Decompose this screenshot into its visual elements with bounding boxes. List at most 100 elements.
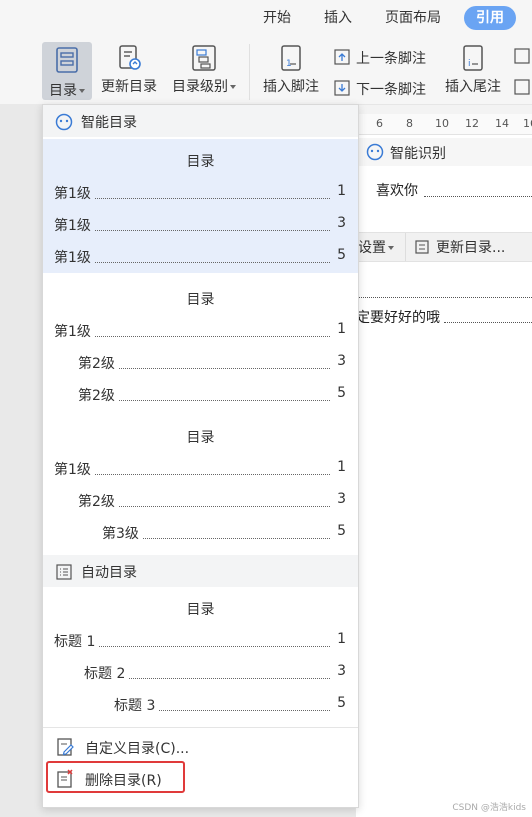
smart-identify-label: 智能识别 xyxy=(390,146,446,162)
toc-entry-page: 5 xyxy=(337,523,346,539)
watermark: CSDN @浩浩kids xyxy=(452,803,526,813)
prev-footnote-label: 上一条脚注 xyxy=(356,51,426,67)
tab-insert[interactable]: 插入 xyxy=(324,6,352,30)
toc-entry-label: 标题 2 xyxy=(84,666,126,682)
dot-leader xyxy=(119,368,330,369)
toc-level-label: 目录级别 xyxy=(172,79,228,95)
toc-preset-3[interactable]: 目录 第1级 1 第2级 3 第3级 5 xyxy=(43,415,358,549)
prev-footnote-button[interactable]: 上一条脚注 xyxy=(330,46,434,70)
toc-entry-label: 第1级 xyxy=(54,324,91,340)
update-toc-icon xyxy=(415,240,429,254)
doc-text-line-1: 喜欢你 xyxy=(376,183,418,199)
ruler-tick-label: 6 xyxy=(376,117,383,130)
next-footnote-button[interactable]: 下一条脚注 xyxy=(330,77,434,101)
dot-leader xyxy=(95,474,330,475)
toc-preset-2[interactable]: 目录 第1级 1 第2级 3 第2级 5 xyxy=(43,277,358,411)
toc-entry-page: 5 xyxy=(337,247,346,263)
dot-leader xyxy=(119,400,330,401)
chevron-down-icon xyxy=(79,89,85,93)
tab-home[interactable]: 开始 xyxy=(263,6,291,30)
smart-toc-icon xyxy=(55,113,73,131)
toc-entry-page: 1 xyxy=(337,321,346,337)
chevron-down-icon xyxy=(388,246,394,250)
footnote-arrow-icon xyxy=(514,48,530,64)
more-footnote-button-top[interactable] xyxy=(512,46,532,70)
toc-button-label: 目录 xyxy=(49,83,77,99)
custom-toc-label: 自定义目录(C)... xyxy=(85,741,190,757)
toc-preset-1[interactable]: 目录 第1级 1 第1级 3 第1级 5 xyxy=(43,139,358,273)
toc-entry-page: 3 xyxy=(337,353,346,369)
custom-toc-menu-item[interactable]: 自定义目录(C)... xyxy=(43,731,358,763)
svg-text:i: i xyxy=(468,59,471,69)
preset-title: 目录 xyxy=(186,154,215,170)
highlight-red-box xyxy=(46,761,185,793)
toc-dropdown-menu: 智能目录 目录 第1级 1 第1级 3 第1级 5 目录 第1级 1 第2级 3… xyxy=(42,104,359,808)
dot-leader xyxy=(119,506,330,507)
ruler-tick-label: 8 xyxy=(406,117,413,130)
mini-toolbar-separator xyxy=(405,233,406,261)
menu-divider xyxy=(43,727,358,728)
preset-title: 目录 xyxy=(186,602,215,618)
insert-footnote-label: 插入脚注 xyxy=(263,79,319,95)
mini-update-toc-label: 更新目录... xyxy=(436,240,506,256)
toc-entry-label: 第2级 xyxy=(78,494,115,510)
smart-toc-label: 智能目录 xyxy=(81,115,137,131)
smart-identify-icon xyxy=(366,143,384,161)
smart-toc-header: 智能目录 xyxy=(43,105,358,137)
toc-entry-label: 第1级 xyxy=(54,250,91,266)
ruler-tick-label: 10 xyxy=(435,117,449,130)
toc-entry-page: 5 xyxy=(337,695,346,711)
doc-dot-leader xyxy=(356,297,532,298)
preset-title: 目录 xyxy=(186,292,215,308)
dot-leader xyxy=(95,262,330,263)
ribbon-tab-strip: 开始 插入 页面布局 引用 xyxy=(0,0,532,36)
footnote-arrow-icon xyxy=(514,79,530,95)
toc-entry-label: 第2级 xyxy=(78,356,115,372)
dot-leader xyxy=(95,336,330,337)
next-footnote-icon xyxy=(334,80,350,96)
toc-entry-label: 标题 3 xyxy=(114,698,156,714)
insert-footnote-button[interactable]: 1 插入脚注 xyxy=(259,44,323,100)
auto-toc-label: 自动目录 xyxy=(81,565,137,581)
numbered-list-icon xyxy=(192,45,216,71)
dot-leader xyxy=(129,678,330,679)
chevron-down-icon xyxy=(230,85,236,89)
edit-document-icon xyxy=(57,738,74,756)
dot-leader xyxy=(99,646,330,647)
tab-references[interactable]: 引用 xyxy=(464,6,516,30)
doc-text-line-2: 定要好好的哦 xyxy=(356,310,440,326)
toc-entry-label: 第1级 xyxy=(54,186,91,202)
tab-page-layout[interactable]: 页面布局 xyxy=(385,6,441,30)
dot-leader xyxy=(159,710,330,711)
toc-entry-label: 第2级 xyxy=(78,388,115,404)
footnote-icon: 1 xyxy=(281,45,301,71)
toc-entry-page: 3 xyxy=(337,491,346,507)
horizontal-ruler[interactable]: 6 8 10 12 14 16 xyxy=(356,114,532,135)
insert-endnote-button[interactable]: i 插入尾注 xyxy=(441,44,505,100)
toc-button[interactable]: 目录 xyxy=(42,42,92,100)
ribbon-separator xyxy=(249,44,250,100)
toc-mini-toolbar: 设置 更新目录... xyxy=(356,232,532,262)
toc-entry-page: 1 xyxy=(337,183,346,199)
mini-update-toc-button[interactable]: 更新目录... xyxy=(414,237,505,257)
more-footnote-button-bottom[interactable] xyxy=(512,77,532,101)
toc-settings-button[interactable]: 设置 xyxy=(358,237,394,257)
dot-leader xyxy=(95,230,330,231)
toc-entry-label: 第1级 xyxy=(54,462,91,478)
toc-entry-label: 第3级 xyxy=(102,526,139,542)
dot-leader xyxy=(95,198,330,199)
toc-entry-page: 3 xyxy=(337,663,346,679)
ruler-tick-label: 14 xyxy=(495,117,509,130)
toc-level-button[interactable]: 目录级别 xyxy=(167,44,241,100)
preset-title: 目录 xyxy=(186,430,215,446)
doc-dot-leader xyxy=(424,196,532,197)
endnote-icon: i xyxy=(463,45,483,71)
list-icon xyxy=(56,564,72,580)
update-toc-button[interactable]: 更新目录 xyxy=(97,44,161,100)
auto-toc-preset[interactable]: 目录 标题 1 1 标题 2 3 标题 3 5 xyxy=(43,589,358,723)
update-toc-label: 更新目录 xyxy=(101,79,157,95)
dot-leader xyxy=(143,538,330,539)
smart-identify-bar[interactable]: 智能识别 xyxy=(356,138,532,166)
auto-toc-header: 自动目录 xyxy=(43,555,358,587)
toc-entry-page: 1 xyxy=(337,459,346,475)
